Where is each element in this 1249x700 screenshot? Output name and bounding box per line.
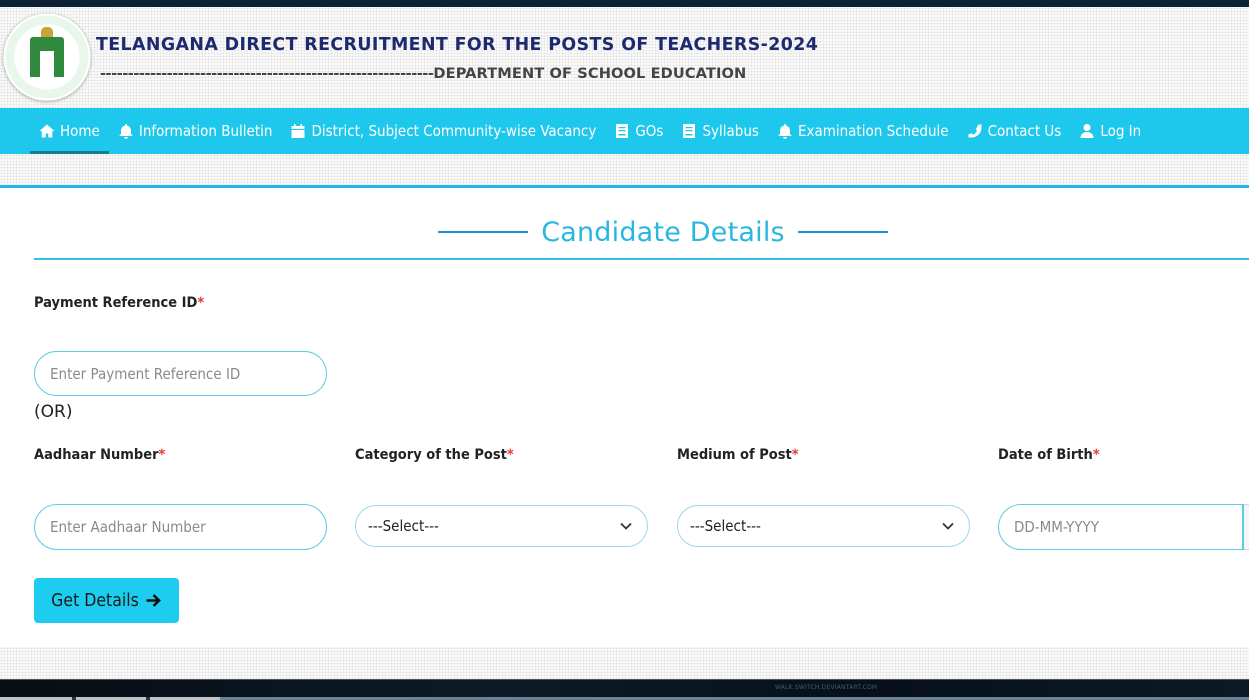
category-label-text: Category of the Post (355, 447, 507, 463)
medium-selected-value: ---Select--- (690, 517, 761, 535)
book-icon (683, 124, 696, 138)
main-navbar: Home Information Bulletin District, Subj… (0, 108, 1249, 154)
required-marker: * (506, 447, 514, 463)
site-header: TELANGANA DIRECT RECRUITMENT FOR THE POS… (0, 7, 1249, 108)
bell-icon (778, 124, 792, 139)
category-select[interactable]: ---Select--- (355, 505, 648, 547)
get-details-label: Get Details (51, 590, 139, 611)
nav-gos[interactable]: GOs (605, 108, 672, 154)
required-marker: * (197, 295, 205, 311)
nav-vacancy[interactable]: District, Subject Community-wise Vacancy (281, 108, 605, 154)
payment-reference-field[interactable] (34, 351, 327, 396)
dob-input[interactable] (1014, 518, 1242, 536)
nav-vacancy-label: District, Subject Community-wise Vacancy (311, 122, 597, 140)
nav-syllabus[interactable]: Syllabus (672, 108, 767, 154)
phone-icon (968, 124, 982, 138)
candidate-details-title: Candidate Details (541, 216, 785, 248)
nav-contact-us-label: Contact Us (987, 122, 1062, 140)
payment-reference-label: Payment Reference ID* (34, 295, 204, 311)
band-divider (0, 185, 1249, 188)
payment-reference-input[interactable] (50, 364, 326, 383)
taskbar-strip: WALK.SWITCH.DEVIANTART.COM (0, 679, 1249, 700)
telangana-emblem-logo (3, 13, 91, 101)
medium-select[interactable]: ---Select--- (677, 505, 970, 547)
aadhaar-label-text: Aadhaar Number (34, 447, 159, 463)
nav-log-in[interactable]: Log In (1070, 108, 1150, 154)
nav-home[interactable]: Home (30, 108, 109, 154)
chevron-down-icon (942, 522, 954, 530)
nav-log-in-label: Log In (1100, 122, 1142, 140)
nav-gos-label: GOs (635, 122, 664, 140)
required-marker: * (791, 447, 799, 463)
aadhaar-input[interactable] (50, 518, 326, 536)
required-marker: * (158, 447, 166, 463)
nav-syllabus-label: Syllabus (702, 122, 759, 140)
payment-reference-label-text: Payment Reference ID (34, 295, 198, 311)
nav-contact-us[interactable]: Contact Us (958, 108, 1071, 154)
dob-calendar-addon[interactable] (1244, 504, 1249, 550)
book-icon (616, 124, 629, 138)
home-icon (39, 124, 55, 138)
get-details-button[interactable]: Get Details (34, 578, 179, 623)
nav-home-label: Home (60, 122, 100, 140)
aadhaar-label: Aadhaar Number* (34, 447, 165, 463)
dob-label-text: Date of Birth (998, 447, 1093, 463)
or-separator: (OR) (34, 402, 73, 422)
nav-examination-schedule[interactable]: Examination Schedule (768, 108, 958, 154)
chevron-down-icon (620, 522, 632, 530)
site-title: TELANGANA DIRECT RECRUITMENT FOR THE POS… (96, 35, 819, 55)
section-divider (34, 258, 1249, 260)
user-icon (1080, 124, 1094, 138)
heading-rule-left (438, 231, 528, 233)
aadhaar-field[interactable] (34, 504, 327, 550)
bell-icon (119, 124, 133, 139)
required-marker: * (1092, 447, 1100, 463)
heading-rule-right (798, 231, 888, 233)
medium-label-text: Medium of Post (677, 447, 792, 463)
dob-field[interactable] (998, 504, 1244, 550)
medium-label: Medium of Post* (677, 447, 799, 463)
department-name: DEPARTMENT OF SCHOOL EDUCATION (433, 65, 747, 82)
category-selected-value: ---Select--- (368, 517, 439, 535)
dob-label: Date of Birth* (998, 447, 1100, 463)
arrow-right-icon (146, 594, 161, 607)
site-subtitle: ----------------------------------------… (100, 65, 746, 82)
category-label: Category of the Post* (355, 447, 514, 463)
kakatiya-gate-icon (30, 37, 64, 77)
nav-information-bulletin[interactable]: Information Bulletin (109, 108, 282, 154)
decorative-band (0, 154, 1249, 185)
footer-band (0, 647, 1249, 679)
calendar-icon (291, 124, 305, 138)
browser-top-strip (0, 0, 1249, 7)
section-heading: Candidate Details (438, 212, 888, 252)
nav-information-bulletin-label: Information Bulletin (138, 122, 273, 140)
nav-examination-schedule-label: Examination Schedule (797, 122, 949, 140)
watermark-text: WALK.SWITCH.DEVIANTART.COM (775, 684, 878, 691)
subtitle-dashes: ----------------------------------------… (100, 65, 434, 82)
